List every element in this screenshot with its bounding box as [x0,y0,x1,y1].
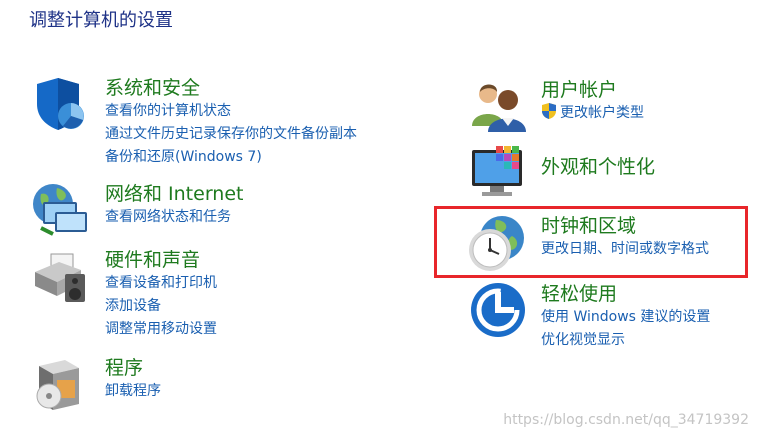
uac-shield-icon [541,102,557,128]
monitor-palette-icon[interactable] [470,144,526,200]
security-shield-icon[interactable] [31,76,87,132]
link-uninstall-program[interactable]: 卸载程序 [105,380,161,403]
watermark: https://blog.csdn.net/qq_34719392 [503,412,749,428]
category-title-network-internet[interactable]: 网络和 Internet [105,182,243,206]
category-title-user-accounts[interactable]: 用户帐户 [541,78,644,102]
category-title-system-security[interactable]: 系统和安全 [105,76,357,100]
page-title: 调整计算机的设置 [29,10,173,31]
link-change-account-type-label: 更改帐户类型 [560,105,644,121]
programs-box-icon[interactable] [31,356,87,412]
category-title-appearance[interactable]: 外观和个性化 [541,155,655,179]
link-optimize-visual-display[interactable]: 优化视觉显示 [541,329,710,352]
users-icon[interactable] [470,78,526,134]
category-title-hardware-sound[interactable]: 硬件和声音 [105,248,217,272]
link-add-device[interactable]: 添加设备 [105,295,217,318]
link-view-devices-printers[interactable]: 查看设备和打印机 [105,272,217,295]
link-file-history-backup[interactable]: 通过文件历史记录保存你的文件备份副本 [105,123,357,146]
category-title-ease-of-access[interactable]: 轻松使用 [541,282,710,306]
category-title-programs[interactable]: 程序 [105,356,161,380]
ease-of-access-icon[interactable] [470,282,526,338]
link-mobility-settings[interactable]: 调整常用移动设置 [105,318,217,341]
link-change-account-type[interactable]: 更改帐户类型 [541,102,644,125]
network-globe-icon[interactable] [31,182,87,238]
link-backup-restore[interactable]: 备份和还原(Windows 7) [105,146,357,169]
red-highlight-box [434,206,748,278]
printer-speaker-icon[interactable] [31,248,87,304]
link-windows-recommended-settings[interactable]: 使用 Windows 建议的设置 [541,306,710,329]
link-view-computer-status[interactable]: 查看你的计算机状态 [105,100,357,123]
link-view-network-status[interactable]: 查看网络状态和任务 [105,206,243,229]
